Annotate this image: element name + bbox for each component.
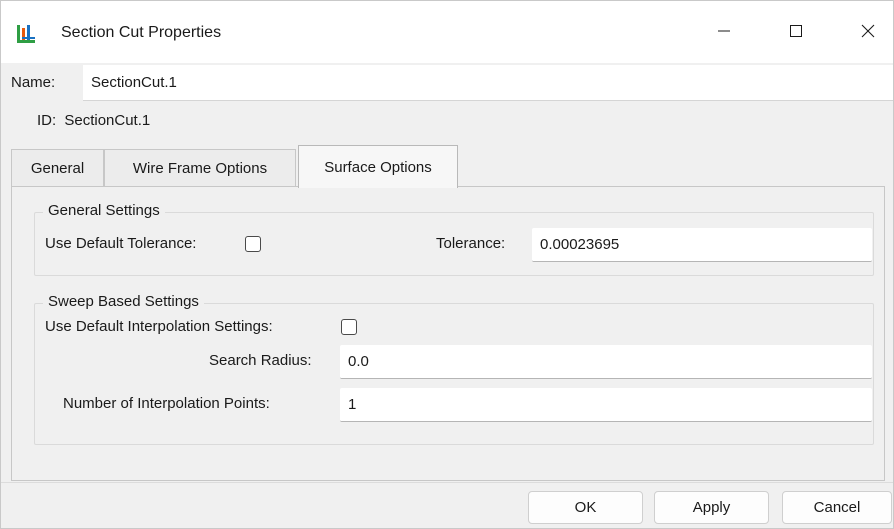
cancel-button[interactable]: Cancel <box>782 491 892 524</box>
maximize-button[interactable] <box>763 11 829 55</box>
search-radius-input[interactable] <box>340 345 872 379</box>
tolerance-label: Tolerance: <box>436 235 506 252</box>
title-bar[interactable]: Section Cut Properties <box>1 1 893 63</box>
name-row: Name: <box>1 63 893 101</box>
section-cut-app-icon <box>15 23 37 45</box>
search-radius-label: Search Radius: <box>209 352 312 369</box>
tab-surface-options[interactable]: Surface Options <box>298 145 458 188</box>
id-row: ID: SectionCut.1 <box>37 112 150 129</box>
apply-button[interactable]: Apply <box>654 491 769 524</box>
interpolation-points-input[interactable] <box>340 388 872 422</box>
tab-general[interactable]: General <box>11 149 104 187</box>
maximize-icon <box>789 24 803 42</box>
use-default-tolerance-label: Use Default Tolerance: <box>45 235 197 252</box>
footer-divider <box>1 482 893 483</box>
minimize-icon <box>717 24 731 42</box>
use-default-interpolation-checkbox[interactable] <box>341 319 357 335</box>
name-input[interactable] <box>83 65 893 101</box>
close-icon <box>861 24 875 42</box>
section-cut-properties-dialog: Section Cut Properties Name: ID: Section… <box>0 0 894 529</box>
use-default-tolerance-checkbox[interactable] <box>245 236 261 252</box>
sweep-based-settings-title: Sweep Based Settings <box>43 293 204 310</box>
tab-wire-frame-options[interactable]: Wire Frame Options <box>104 149 296 187</box>
general-settings-title: General Settings <box>43 202 165 219</box>
general-settings-group: General Settings Use Default Tolerance: … <box>34 202 874 276</box>
ok-button[interactable]: OK <box>528 491 643 524</box>
name-label: Name: <box>11 74 56 91</box>
use-default-interpolation-label: Use Default Interpolation Settings: <box>45 318 273 335</box>
id-label: ID: <box>37 112 57 129</box>
sweep-based-settings-group: Sweep Based Settings Use Default Interpo… <box>34 293 874 445</box>
minimize-button[interactable] <box>691 11 757 55</box>
close-button[interactable] <box>835 11 894 55</box>
window-title: Section Cut Properties <box>61 24 222 41</box>
interpolation-points-label: Number of Interpolation Points: <box>63 395 270 412</box>
tolerance-input[interactable] <box>532 228 872 262</box>
id-value: SectionCut.1 <box>64 112 151 129</box>
surface-options-panel: General Settings Use Default Tolerance: … <box>11 186 885 481</box>
